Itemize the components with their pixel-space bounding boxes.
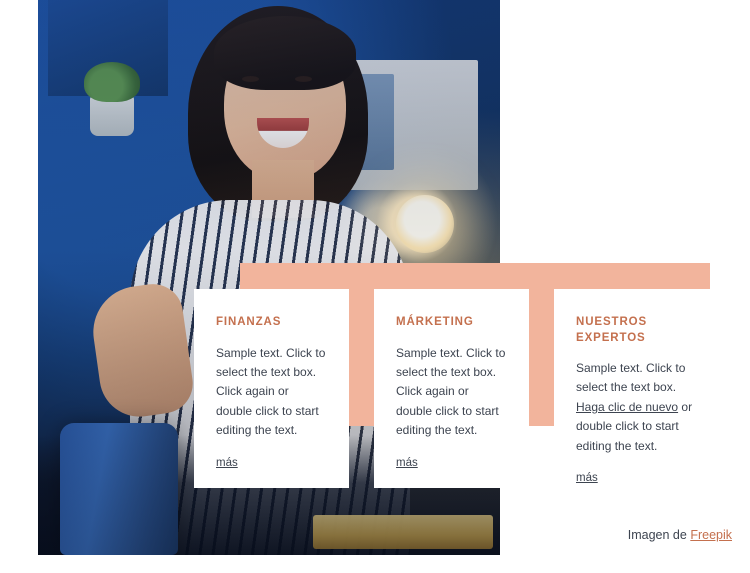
card-more-link[interactable]: más bbox=[576, 472, 598, 484]
card-body-text: Sample text. Click to select the text bo… bbox=[576, 359, 697, 456]
page-root: FINANZAS Sample text. Click to select th… bbox=[0, 0, 750, 573]
card-body-text: Sample text. Click to select the text bo… bbox=[396, 345, 506, 438]
card-finanzas: FINANZAS Sample text. Click to select th… bbox=[194, 289, 349, 488]
card-title: NUESTROS EXPERTOS bbox=[576, 316, 648, 344]
card-inline-link[interactable]: Haga clic de nuevo bbox=[576, 400, 678, 414]
feature-cards: FINANZAS Sample text. Click to select th… bbox=[194, 289, 719, 488]
card-nuestros-expertos: NUESTROS EXPERTOS Sample text. Click to … bbox=[554, 289, 719, 488]
card-marketing: MÁRKETING Sample text. Click to select t… bbox=[374, 289, 529, 488]
card-more-link[interactable]: más bbox=[396, 457, 418, 469]
image-credit-text: Imagen de bbox=[627, 528, 691, 542]
card-body-text-before: Sample text. Click to select the text bo… bbox=[576, 361, 686, 395]
card-title: MÁRKETING bbox=[396, 316, 474, 328]
image-credit: Imagen de Freepik bbox=[628, 528, 732, 542]
card-body-text: Sample text. Click to select the text bo… bbox=[216, 345, 326, 438]
card-title: FINANZAS bbox=[216, 316, 282, 328]
card-more-link[interactable]: más bbox=[216, 457, 238, 469]
image-credit-link[interactable]: Freepik bbox=[690, 528, 732, 542]
